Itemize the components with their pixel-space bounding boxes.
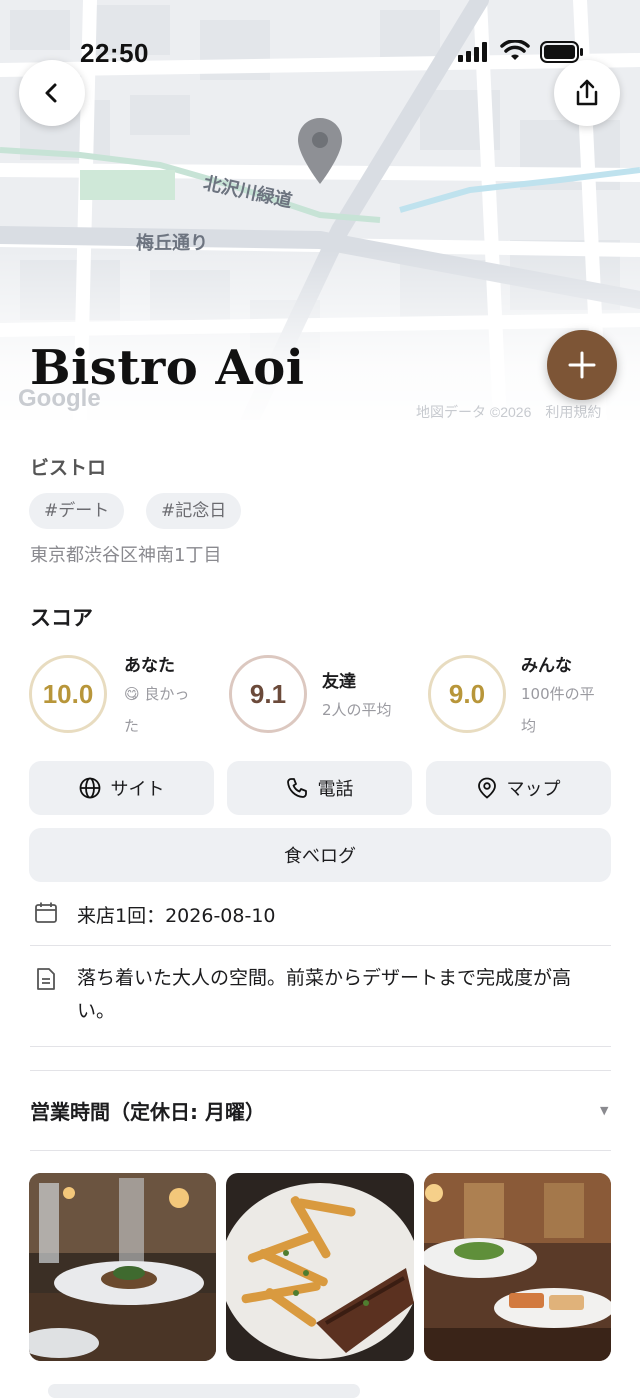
globe-icon [79,777,100,799]
cellular-signal-icon [458,42,487,62]
tabelog-button[interactable]: 食べログ [29,828,611,882]
phone-label: 電話 [317,779,354,800]
restaurant-name: Bistro Aoi [30,340,305,396]
share-icon [576,79,598,106]
visit-info: 来店1回：2026-08-10 [77,905,276,927]
phone-button[interactable]: 電話 [227,761,412,815]
status-time: 22:50 [80,38,149,68]
score-sub-friends: 2人の平均 [322,701,392,719]
tabelog-label: 食べログ [284,846,356,867]
tag-anniversary[interactable]: #記念日 [146,493,242,529]
tag-date[interactable]: #デート [29,493,125,529]
back-button[interactable] [19,60,85,126]
map-credit[interactable]: 地図データ ©2026 利用規約 [416,402,601,420]
score-label-everyone: みんな [521,656,572,676]
back-chevron-icon [45,83,57,103]
add-button[interactable] [547,330,617,400]
restaurant-address: 東京都渋谷区神南1丁目 [30,545,222,566]
divider [30,1070,611,1071]
restaurant-interior-photo [424,1173,611,1361]
score-ring-you: 10.0 [29,655,107,733]
divider [30,1046,611,1047]
score-sub-you-text: 良かっ [144,685,190,703]
photo-1[interactable] [29,1173,216,1361]
score-ring-friends: 9.1 [229,655,307,733]
bottom-sheet-handle [48,1384,360,1398]
phone-icon [286,778,307,798]
map-label: マップ [506,779,561,800]
battery-icon [540,41,583,63]
score-ring-everyone: 9.0 [428,655,506,733]
score-sub-everyone-line2: 均 [521,717,537,735]
calendar-icon [35,902,57,923]
share-button[interactable] [554,60,620,126]
divider [30,1150,611,1151]
memo-text: 落ち着いた大人の空間。前菜からデザートまで完成度が高い。 [77,967,572,1022]
divider [30,945,611,946]
photo-2[interactable] [226,1173,414,1361]
smiley-emoji: 😋 [124,685,140,703]
business-hours-toggle[interactable]: 営業時間（定休日: 月曜） [30,1096,265,1125]
wifi-icon [500,40,530,60]
chevron-down-icon[interactable]: ▼ [600,1104,608,1117]
score-label-you: あなた [124,656,175,676]
status-bar: 22:50 [0,0,640,100]
score-heading: スコア [30,606,93,630]
site-label: サイト [110,779,165,800]
dining-table-photo [29,1173,216,1361]
map-pin-icon [477,777,496,799]
score-sub-everyone-line1: 100件の平 [521,685,595,703]
site-button[interactable]: サイト [29,761,214,815]
restaurant-category: ビストロ [30,457,107,479]
photo-3[interactable] [424,1173,611,1361]
score-label-friends: 友達 [322,672,356,692]
plus-icon [568,351,596,379]
note-icon [37,968,55,990]
steak-frites-photo [226,1173,414,1361]
map-button[interactable]: マップ [426,761,611,815]
score-sub-you-line2: た [124,717,140,735]
score-sub-you-line1: 😋 良かっ [124,678,189,710]
